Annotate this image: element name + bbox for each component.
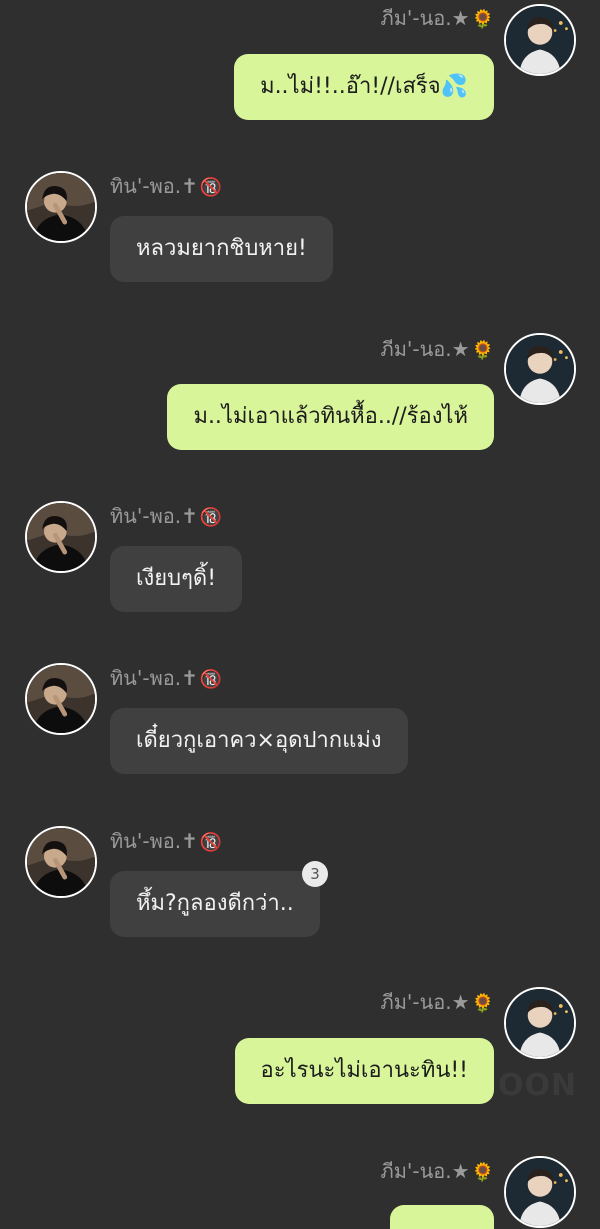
- adults-only-icon: 🔞: [199, 177, 223, 198]
- message-bubble[interactable]: [390, 1205, 494, 1229]
- avatar[interactable]: [504, 4, 576, 76]
- sunflower-icon: 🌻: [471, 9, 494, 30]
- avatar[interactable]: [25, 171, 97, 243]
- avatar[interactable]: [25, 501, 97, 573]
- message-row: ภีม'-นอ.★ 🌻 ม..ไม่เอาแล้วทินหื้อ..//ร้องไ…: [0, 330, 600, 455]
- message-bubble[interactable]: หลวมยากชิบหาย!: [110, 216, 333, 282]
- message-row: ภีม'-นอ.★ 🌻 ม..ไม่!!..อ๊า!//เสร็จ💦: [0, 0, 600, 130]
- avatar-photo-icon: [506, 1158, 574, 1226]
- avatar-photo-icon: [506, 335, 574, 403]
- avatar[interactable]: [25, 663, 97, 735]
- message-bubble[interactable]: เดี๋ยวกูเอาคว×อุดปากแม่ง: [110, 708, 408, 774]
- avatar-photo-icon: [506, 989, 574, 1057]
- sunflower-icon: 🌻: [471, 1162, 494, 1183]
- avatar[interactable]: [25, 826, 97, 898]
- message-row: ทิน'-พอ.✝ 🔞 หึ้ม?กูลองดีกว่า.. 3: [0, 823, 600, 943]
- message-row: ทิน'-พอ.✝ 🔞 เงียบๆดิ้!: [0, 498, 600, 618]
- sender-name: ภีม'-นอ.★ 🌻: [380, 6, 494, 30]
- message-bubble[interactable]: ม..ไม่เอาแล้วทินหื้อ..//ร้องไห้: [167, 384, 494, 450]
- avatar-photo-icon: [27, 828, 95, 896]
- avatar-photo-icon: [27, 503, 95, 571]
- message-bubble[interactable]: อะไรนะไม่เอานะทิน!!: [234, 1038, 494, 1104]
- sender-name: ภีม'-นอ.★ 🌻: [380, 1159, 494, 1183]
- watermark: OON: [498, 1068, 578, 1103]
- message-row: ภีม'-นอ.★ 🌻: [0, 1153, 600, 1229]
- message-row: ทิน'-พอ.✝ 🔞 เดี๋ยวกูเอาคว×อุดปากแม่ง: [0, 660, 600, 780]
- sender-name: ภีม'-นอ.★ 🌻: [380, 990, 494, 1014]
- message-row: ทิน'-พอ.✝ 🔞 หลวมยากชิบหาย!: [0, 168, 600, 288]
- avatar[interactable]: [504, 1156, 576, 1228]
- adults-only-icon: 🔞: [199, 832, 223, 853]
- sender-name: ทิน'-พอ.✝ 🔞: [110, 174, 223, 198]
- message-bubble[interactable]: หึ้ม?กูลองดีกว่า..: [110, 871, 320, 937]
- chat-thread: ภีม'-นอ.★ 🌻 ม..ไม่!!..อ๊า!//เสร็จ💦 ทิน'-…: [0, 0, 600, 1229]
- sender-name: ทิน'-พอ.✝ 🔞: [110, 829, 223, 853]
- avatar-photo-icon: [506, 6, 574, 74]
- sender-name: ทิน'-พอ.✝ 🔞: [110, 666, 223, 690]
- avatar-photo-icon: [27, 173, 95, 241]
- sunflower-icon: 🌻: [471, 340, 494, 361]
- sender-name: ภีม'-นอ.★ 🌻: [380, 337, 494, 361]
- sender-name: ทิน'-พอ.✝ 🔞: [110, 504, 223, 528]
- avatar-photo-icon: [27, 665, 95, 733]
- adults-only-icon: 🔞: [199, 669, 223, 690]
- avatar[interactable]: [504, 987, 576, 1059]
- sunflower-icon: 🌻: [471, 993, 494, 1014]
- comment-count-badge[interactable]: 3: [302, 861, 328, 887]
- message-bubble[interactable]: เงียบๆดิ้!: [110, 546, 243, 612]
- avatar[interactable]: [504, 333, 576, 405]
- adults-only-icon: 🔞: [199, 507, 223, 528]
- message-bubble[interactable]: ม..ไม่!!..อ๊า!//เสร็จ💦: [234, 54, 494, 120]
